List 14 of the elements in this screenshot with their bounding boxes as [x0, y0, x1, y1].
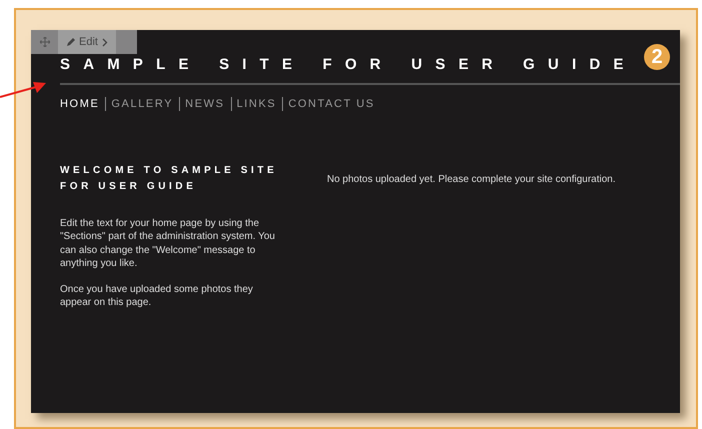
- step-number-badge: 2: [644, 44, 670, 70]
- body-paragraph: Once you have uploaded some photos they appear on this page.: [60, 283, 254, 310]
- edit-button[interactable]: Edit: [58, 30, 116, 54]
- body-paragraph: Edit the text for your home page by using the "Sections" part of the administration system. You can also change the "Welcome" message to anything you like.: [60, 217, 276, 270]
- nav-link[interactable]: NEWS: [185, 97, 232, 111]
- nav-link[interactable]: GALLERY: [111, 97, 180, 111]
- pencil-icon: [66, 38, 75, 46]
- nav-link[interactable]: HOME: [60, 97, 106, 111]
- site-title: SAMPLE SITE FOR USER GUIDE: [60, 56, 637, 74]
- welcome-heading: WELCOME TO SAMPLE SITE FOR USER GUIDE: [60, 164, 278, 194]
- chevron-right-icon: [102, 38, 108, 46]
- nav-link[interactable]: CONTACT US: [288, 97, 381, 111]
- notice-text: No photos uploaded yet. Please complete your site configuration.: [327, 174, 616, 185]
- nav-link[interactable]: LINKS: [236, 97, 284, 111]
